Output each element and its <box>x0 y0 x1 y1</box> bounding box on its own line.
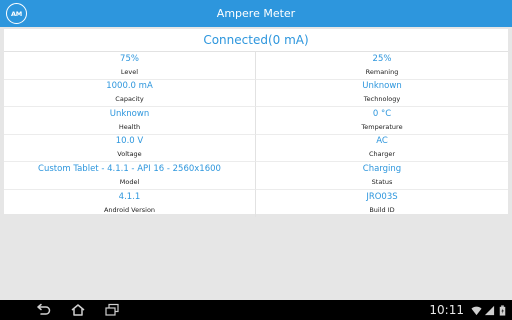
action-bar: AM Ampere Meter <box>0 0 512 27</box>
technology-value: Unknown <box>362 81 402 92</box>
technology-cell: Unknown Technology <box>256 80 508 107</box>
remaining-label: Remaning <box>365 67 399 76</box>
remaining-cell: 25% Remaning <box>256 52 508 80</box>
android-version-value: 4.1.1 <box>118 191 141 202</box>
health-label: Health <box>118 122 141 131</box>
status-label: Status <box>371 177 393 186</box>
app-title: Ampere Meter <box>216 7 296 20</box>
charger-cell: AC Charger <box>256 135 508 162</box>
temperature-cell: 0 °C Temperature <box>256 107 508 135</box>
android-version-label: Android Version <box>103 205 156 214</box>
status-value: Charging <box>362 163 402 174</box>
back-icon[interactable] <box>34 303 52 317</box>
model-cell: Custom Tablet - 4.1.1 - API 16 - 2560x16… <box>4 162 256 190</box>
status-cell: Charging Status <box>256 162 508 190</box>
build-id-label: Build ID <box>369 205 395 214</box>
charger-label: Charger <box>369 150 395 159</box>
capacity-label: Capacity <box>115 95 144 104</box>
temperature-value: 0 °C <box>372 108 392 119</box>
capacity-cell: 1000.0 mA Capacity <box>4 79 256 107</box>
temperature-label: Temperature <box>361 122 403 131</box>
voltage-cell: 10.0 V Voltage <box>4 134 256 162</box>
health-cell: Unknown Health <box>4 107 256 135</box>
capacity-value: 1000.0 mA <box>106 81 153 92</box>
battery-info-card: Connected(0 mA) 75% Level 25% Remaning 1… <box>4 29 508 217</box>
wifi-icon <box>471 306 482 315</box>
health-value: Unknown <box>109 108 150 119</box>
technology-label: Technology <box>363 95 401 104</box>
level-cell: 75% Level <box>4 52 256 80</box>
android-version-cell: 4.1.1 Android Version <box>4 189 256 217</box>
remaining-value: 25% <box>372 53 392 64</box>
build-id-value: JRO03S <box>366 191 398 202</box>
app-logo-icon[interactable]: AM <box>6 3 27 24</box>
voltage-label: Voltage <box>117 150 142 159</box>
status-area[interactable]: 10:11 <box>429 300 508 320</box>
recent-apps-icon[interactable] <box>103 303 121 317</box>
home-icon[interactable] <box>69 303 87 317</box>
level-label: Level <box>120 67 139 76</box>
level-value: 75% <box>120 53 139 64</box>
battery-charging-icon <box>499 304 506 316</box>
system-navigation-bar: 10:11 <box>0 300 512 320</box>
info-grid: 75% Level 25% Remaning 1000.0 mA Capacit… <box>4 52 508 217</box>
model-label: Model <box>119 177 140 186</box>
connection-status: Connected(0 mA) <box>4 29 508 52</box>
charger-value: AC <box>376 136 388 147</box>
voltage-value: 10.0 V <box>115 136 144 147</box>
model-value: Custom Tablet - 4.1.1 - API 16 - 2560x16… <box>38 163 221 174</box>
signal-icon <box>484 305 495 315</box>
build-id-cell: JRO03S Build ID <box>256 190 508 218</box>
clock: 10:11 <box>429 303 464 317</box>
